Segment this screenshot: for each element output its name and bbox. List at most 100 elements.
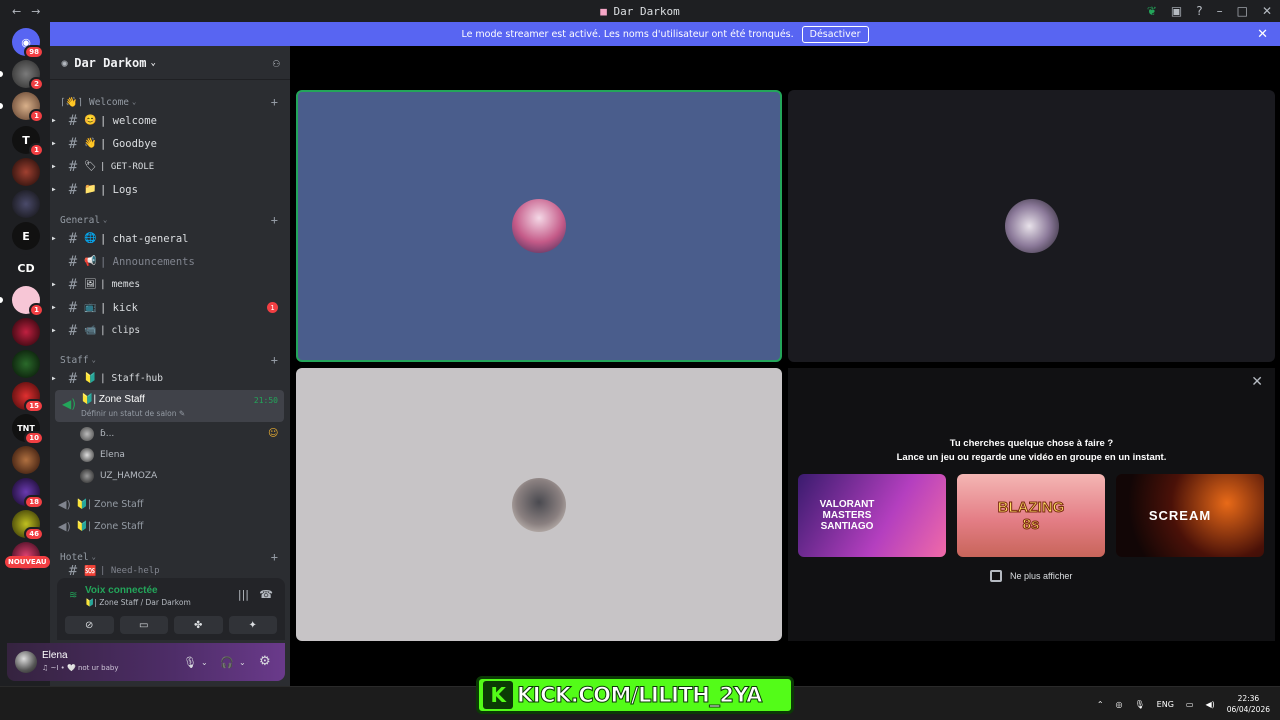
system-tray: ⌃ ◎ 🎙 ENG ▭ ◀) 22:36 06/04/2026 xyxy=(1097,693,1270,715)
voice-channel-zone-staff-3[interactable]: ◀) 🔰 | Zone Staff xyxy=(58,516,282,536)
server-icon-6[interactable]: E xyxy=(12,222,40,250)
voice-status[interactable]: Définir un statut de salon xyxy=(81,409,176,418)
card-title: SCREAM xyxy=(1148,508,1212,523)
chevron-down-icon[interactable]: ⌄ xyxy=(201,658,208,667)
forward-arrow-icon[interactable]: → xyxy=(31,5,40,18)
clock-time: 22:36 xyxy=(1237,694,1260,703)
chevron-down-icon[interactable]: ⌄ xyxy=(239,658,246,667)
noise-suppression-icon[interactable]: ||| xyxy=(238,588,249,601)
server-icon-12[interactable]: TNT 10 xyxy=(12,414,44,445)
participant-tile[interactable] xyxy=(788,90,1275,362)
server-icon-15[interactable]: 46 xyxy=(12,510,44,541)
voice-location[interactable]: | Zone Staff / Dar Darkom xyxy=(94,598,190,607)
voice-member[interactable]: Elena xyxy=(80,446,125,464)
channel-label: | Goodbye xyxy=(100,137,157,150)
settings-gear-icon[interactable]: ⚙ xyxy=(259,654,271,669)
minimize-icon[interactable]: – xyxy=(1217,4,1223,18)
add-channel-icon[interactable]: + xyxy=(271,353,278,367)
maximize-icon[interactable]: □ xyxy=(1237,4,1248,18)
channel-label: | Logs xyxy=(100,183,138,196)
microphone-icon[interactable]: 🎙 xyxy=(183,656,197,669)
server-header[interactable]: ✺ Dar Darkom ⌄ ⚇ xyxy=(50,46,290,80)
taskbar-clock[interactable]: 22:36 06/04/2026 xyxy=(1227,693,1270,715)
channel-get-role[interactable]: ▶ # 🏷 | GET-ROLE xyxy=(52,156,284,177)
voice-member[interactable]: ɓ... xyxy=(80,425,114,443)
channel-logs[interactable]: ▶ # 📁 | Logs xyxy=(52,179,284,200)
help-icon[interactable]: ? xyxy=(1196,4,1202,18)
dont-show-again-checkbox[interactable]: Ne plus afficher xyxy=(990,570,1072,582)
voice-channel-zone-staff-2[interactable]: ◀) 🔰 | Zone Staff xyxy=(58,494,282,514)
channel-announcements[interactable]: # 📢 | Announcements xyxy=(56,251,284,272)
active-voice-channel[interactable]: ◀) 🔰| Zone Staff Définir un statut de sa… xyxy=(55,390,284,422)
channel-memes[interactable]: ▶ # 🖼 | memes xyxy=(52,274,284,295)
channel-clips[interactable]: ▶ # 📹 | clips xyxy=(52,320,284,341)
invite-people-icon[interactable]: ⚇ xyxy=(273,56,280,70)
server-icon-1[interactable]: 2 xyxy=(12,60,44,91)
server-icon-8[interactable]: 1 xyxy=(12,286,44,317)
server-icon-5[interactable] xyxy=(12,190,40,218)
soundboard-button[interactable]: ✦ xyxy=(228,616,277,634)
home-discord-button[interactable]: ◉ 98 xyxy=(12,28,44,59)
category-general[interactable]: General ⌄ + xyxy=(60,212,280,228)
voice-member[interactable]: UZ_HAMOZA xyxy=(80,467,157,485)
chevron-down-icon: ⌄ xyxy=(91,356,96,364)
server-icon-14[interactable]: 18 xyxy=(12,478,44,509)
steam-icon[interactable]: ◎ xyxy=(1116,700,1123,709)
close-activities-icon[interactable]: ✕ xyxy=(1251,374,1263,390)
beginner-icon: 🔰 xyxy=(81,394,94,405)
category-welcome[interactable]: ⌈👋⌉ Welcome ⌄ + xyxy=(60,94,280,110)
channel-welcome[interactable]: ▶ # 😊 | welcome xyxy=(52,110,284,131)
channel-goodbye[interactable]: ▶ # 👋 | Goodbye xyxy=(52,133,284,154)
channel-chat-general[interactable]: ▶ # 🌐 | chat-general xyxy=(52,228,284,249)
unread-arrow-icon: ▶ xyxy=(52,186,56,193)
add-channel-icon[interactable]: + xyxy=(271,550,278,564)
server-icon-4[interactable] xyxy=(12,158,40,186)
voice-connected-label[interactable]: Voix connectée xyxy=(85,585,158,596)
beginner-icon: 🔰 xyxy=(85,598,95,607)
activity-card-valorant[interactable]: VALORANT MASTERS SANTIAGO xyxy=(798,474,946,557)
inbox-icon[interactable]: ▣ xyxy=(1171,4,1182,18)
language-indicator[interactable]: ENG xyxy=(1157,700,1174,709)
activity-card-scream[interactable]: SCREAM xyxy=(1116,474,1264,557)
back-arrow-icon[interactable]: ← xyxy=(12,5,21,18)
server-icon-2[interactable]: 1 xyxy=(12,92,44,123)
server-icon-9[interactable] xyxy=(12,318,40,346)
disconnect-icon[interactable]: ☎ xyxy=(259,588,273,601)
server-icon-10[interactable] xyxy=(12,350,40,378)
server-icon-13[interactable] xyxy=(12,446,40,474)
volume-icon[interactable]: ◀) xyxy=(1205,700,1214,709)
server-icon-3[interactable]: T1 xyxy=(12,126,44,157)
close-banner-icon[interactable]: ✕ xyxy=(1257,27,1268,42)
add-channel-icon[interactable]: + xyxy=(271,95,278,109)
disable-streamer-button[interactable]: Désactiver xyxy=(801,25,869,43)
headphones-icon[interactable]: 🎧 xyxy=(220,656,234,669)
close-window-icon[interactable]: ✕ xyxy=(1262,4,1272,18)
participant-tile[interactable] xyxy=(296,368,782,641)
participant-tile-speaking[interactable] xyxy=(296,90,782,362)
channel-kick[interactable]: ▶ # 📺 | kick 1 xyxy=(52,297,284,318)
server-badge: 1 xyxy=(29,303,44,317)
avatar xyxy=(80,469,94,483)
participant-avatar xyxy=(512,199,566,253)
username[interactable]: Elena xyxy=(42,650,68,661)
activities-button[interactable]: ✤ xyxy=(174,616,223,634)
channel-staff-hub[interactable]: ▶ # 🔰 | Staff-hub xyxy=(52,368,284,389)
server-icon-cd[interactable]: CD xyxy=(12,254,40,282)
channel-need-help[interactable]: # 🆘 | Need-help xyxy=(56,565,284,577)
category-staff[interactable]: Staff ⌄ + xyxy=(60,352,280,368)
unread-arrow-icon: ▶ xyxy=(52,327,56,334)
network-icon[interactable]: ▭ xyxy=(1186,700,1194,709)
user-avatar[interactable] xyxy=(15,651,37,673)
server-icon-11[interactable]: 15 xyxy=(12,382,44,413)
screen-share-button[interactable]: ▭ xyxy=(119,616,168,634)
category-hotel[interactable]: Hotel ⌄ + xyxy=(60,549,280,565)
add-channel-icon[interactable]: + xyxy=(271,213,278,227)
microphone-icon[interactable]: 🎙 xyxy=(1135,700,1145,709)
leaf-icon[interactable]: ❦ xyxy=(1147,4,1157,18)
signal-icon[interactable]: ≋ xyxy=(69,590,77,601)
checkbox-box[interactable] xyxy=(990,570,1002,582)
activity-card-blazing-8s[interactable]: BLAZING 8s xyxy=(957,474,1105,557)
chevron-up-icon[interactable]: ⌃ xyxy=(1097,700,1104,709)
camera-off-button[interactable]: ⊘ xyxy=(65,616,114,634)
server-badge: 15 xyxy=(24,399,44,413)
